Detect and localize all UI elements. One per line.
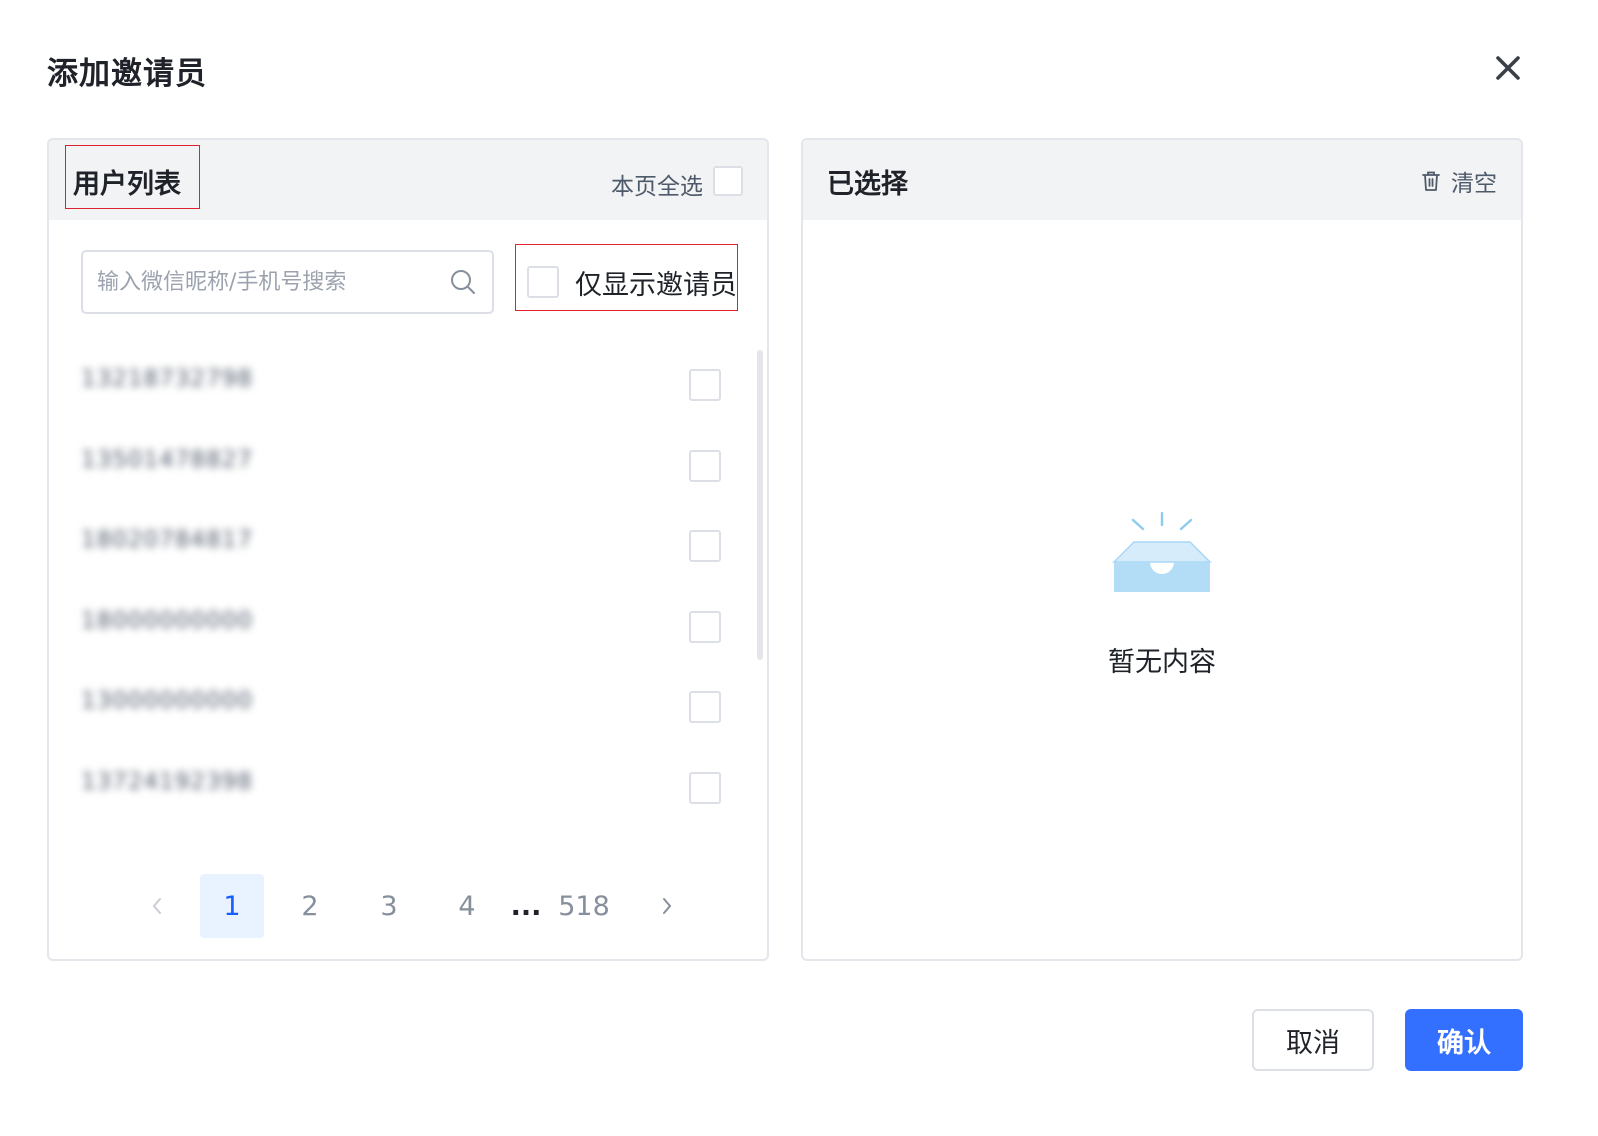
cancel-button[interactable]: 取消 — [1252, 1009, 1374, 1071]
clear-button[interactable]: 清空 — [1419, 165, 1497, 197]
scrollbar[interactable] — [757, 350, 763, 660]
user-phone: 18020784817 — [81, 527, 253, 553]
prev-page-button[interactable] — [143, 874, 171, 938]
chevron-left-icon — [152, 898, 161, 914]
user-checkbox[interactable] — [689, 530, 721, 562]
search-icon[interactable] — [449, 268, 477, 296]
user-phone: 13501478827 — [81, 446, 253, 473]
invitee-only-label: 仅显示邀请员 — [575, 269, 737, 301]
user-phone: 13000000000 — [81, 688, 253, 714]
next-page-button[interactable] — [653, 874, 681, 938]
page-button-4[interactable]: 4 — [435, 874, 499, 938]
user-row[interactable]: 13218732798 — [81, 350, 721, 431]
page-button-2[interactable]: 2 — [278, 874, 342, 938]
selected-panel: 已选择 清空 暂无内容 — [801, 138, 1523, 961]
user-phone: 13724192398 — [81, 768, 253, 795]
pagination: 1 2 3 4 ... 518 — [49, 874, 767, 938]
user-checkbox[interactable] — [689, 610, 721, 643]
selected-header: 已选择 清空 — [803, 140, 1521, 220]
user-checkbox[interactable] — [689, 771, 721, 804]
user-list-header: 用户列表 本页全选 — [49, 140, 767, 220]
clear-label: 清空 — [1451, 171, 1497, 197]
dialog-title: 添加邀请员 — [47, 56, 207, 92]
page-button-3[interactable]: 3 — [357, 874, 421, 938]
user-phone: 18000000000 — [81, 607, 253, 634]
chevron-right-icon — [663, 898, 672, 914]
invitee-only-filter[interactable]: 仅显示邀请员 — [523, 252, 737, 312]
user-checkbox[interactable] — [689, 449, 721, 482]
search-input[interactable] — [97, 252, 437, 312]
page-button-last[interactable]: 518 — [552, 874, 616, 938]
user-checkbox[interactable] — [689, 369, 721, 401]
empty-state: 暂无内容 — [803, 510, 1521, 679]
search-field — [81, 250, 494, 314]
add-invitee-dialog: 添加邀请员 用户列表 本页全选 仅显示邀请员 13218732798 — [0, 0, 1598, 1136]
user-list: 13218732798 13501478827 18020784817 1800… — [81, 350, 721, 833]
user-list-panel: 用户列表 本页全选 仅显示邀请员 13218732798 13501478827 — [47, 138, 769, 961]
user-list-title: 用户列表 — [73, 169, 181, 200]
page-button-1[interactable]: 1 — [200, 874, 264, 938]
page-ellipsis: ... — [510, 890, 542, 922]
empty-text: 暂无内容 — [1108, 647, 1216, 678]
user-row[interactable]: 18000000000 — [81, 592, 721, 673]
select-all-label: 本页全选 — [611, 174, 703, 200]
user-checkbox[interactable] — [689, 691, 721, 723]
user-row[interactable]: 13724192398 — [81, 753, 721, 834]
invitee-only-checkbox[interactable] — [527, 266, 559, 298]
select-all-checkbox[interactable] — [713, 166, 743, 196]
user-row[interactable]: 13000000000 — [81, 672, 721, 753]
confirm-button[interactable]: 确认 — [1405, 1009, 1523, 1071]
user-phone: 13218732798 — [81, 366, 253, 392]
trash-icon — [1422, 171, 1440, 191]
user-row[interactable]: 18020784817 — [81, 511, 721, 592]
empty-inbox-icon — [1112, 511, 1212, 592]
user-row[interactable]: 13501478827 — [81, 431, 721, 512]
close-icon[interactable] — [1490, 50, 1526, 86]
selected-title: 已选择 — [827, 169, 908, 200]
